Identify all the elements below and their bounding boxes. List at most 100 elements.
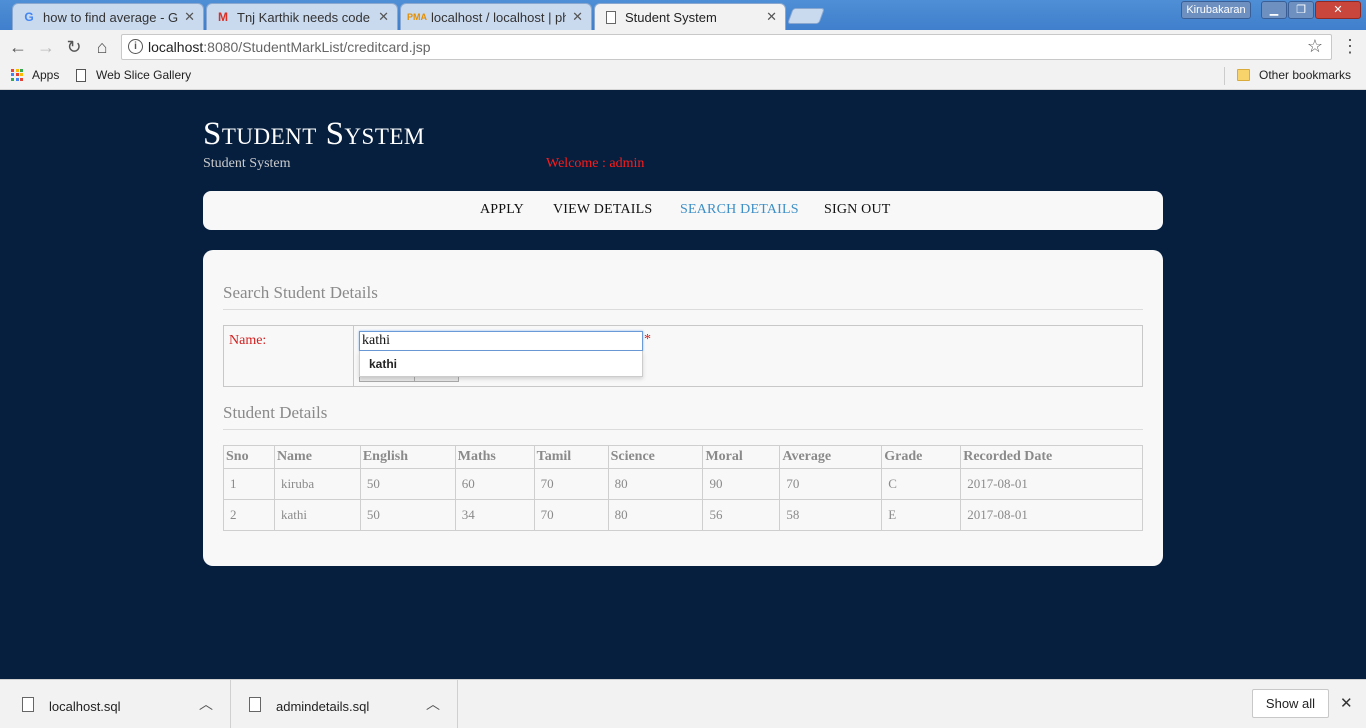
column-header: Tamil	[533, 445, 609, 469]
other-bookmarks[interactable]: Other bookmarks	[1237, 68, 1351, 82]
address-url: localhost:8080/StudentMarkList/creditcar…	[148, 39, 431, 55]
page-content: Student System Student System Welcome : …	[0, 90, 1366, 679]
phpmyadmin-icon: PMA	[407, 12, 427, 22]
close-icon[interactable]: ✕	[1340, 694, 1353, 712]
download-item[interactable]: admindetails.sql ︿	[231, 680, 458, 728]
bookmarks-bar: Apps Web Slice Gallery Other bookmarks	[0, 64, 1366, 90]
divider	[223, 429, 1143, 430]
page-icon	[76, 68, 86, 82]
table-cell: 70	[779, 468, 883, 500]
nav-apply[interactable]: APPLY	[480, 202, 524, 218]
search-form: Name: * kathi	[223, 325, 1143, 387]
apps-grid-icon	[11, 68, 24, 82]
minimize-icon[interactable]: ▁	[1261, 1, 1287, 19]
table-cell: kathi	[273, 499, 361, 531]
nav-view-details[interactable]: VIEW DETAILS	[553, 202, 652, 218]
downloads-shelf: localhost.sql ︿ admindetails.sql ︿ Show …	[0, 679, 1366, 728]
site-title: Student System	[203, 116, 425, 152]
close-icon[interactable]: ✕	[766, 9, 777, 25]
forward-arrow-icon[interactable]: →	[35, 36, 57, 58]
chevron-up-icon[interactable]: ︿	[426, 694, 440, 714]
table-cell: 80	[607, 499, 704, 531]
menu-dots-icon[interactable]: ⋮	[1341, 36, 1359, 57]
table-cell: 58	[779, 499, 883, 531]
site-subtitle: Student System	[203, 156, 291, 171]
table-cell: 1	[223, 468, 275, 500]
page-icon	[603, 9, 619, 25]
tab-title: how to find average - Go	[43, 9, 179, 25]
column-header: Sno	[223, 445, 275, 469]
column-header: English	[359, 445, 456, 469]
table-cell: C	[881, 468, 962, 500]
nav-sign-out[interactable]: SIGN OUT	[824, 202, 891, 218]
info-icon[interactable]: i	[128, 39, 143, 54]
column-header: Average	[779, 445, 883, 469]
bookmark-apps[interactable]: Apps	[11, 68, 59, 82]
table-cell: 2017-08-01	[960, 499, 1143, 531]
profile-button[interactable]: Kirubakaran	[1181, 1, 1251, 19]
content-panel: Search Student Details Name: * kathi Stu…	[203, 250, 1163, 566]
tab-title: Tnj Karthik needs code -	[237, 9, 373, 25]
tab-title: localhost / localhost | ph	[431, 9, 567, 25]
maximize-icon[interactable]: ❐	[1288, 1, 1314, 19]
table-cell: 56	[702, 499, 781, 531]
table-cell: kiruba	[273, 468, 361, 500]
table-cell: 50	[359, 468, 456, 500]
table-cell: 2017-08-01	[960, 468, 1143, 500]
gmail-icon: M	[218, 10, 228, 24]
browser-tab-gmail[interactable]: M Tnj Karthik needs code - ✕	[206, 3, 398, 30]
column-header: Moral	[702, 445, 781, 469]
window-close-icon[interactable]: ✕	[1315, 1, 1361, 19]
table-cell: 70	[533, 468, 609, 500]
tab-title: Student System	[625, 9, 717, 25]
close-icon[interactable]: ✕	[572, 9, 583, 25]
back-arrow-icon[interactable]: ←	[7, 36, 29, 58]
folder-icon	[1237, 69, 1250, 81]
browser-tab-student-system[interactable]: Student System ✕	[594, 3, 786, 30]
table-cell: 60	[454, 468, 535, 500]
download-filename: localhost.sql	[49, 699, 121, 714]
name-search-input[interactable]	[359, 331, 643, 351]
nav-search-details[interactable]: SEARCH DETAILS	[680, 202, 799, 218]
column-header: Maths	[454, 445, 535, 469]
table-header-row: Sno Name English Maths Tamil Science Mor…	[223, 445, 1143, 469]
divider	[223, 309, 1143, 310]
reload-icon[interactable]: ↻	[63, 36, 85, 58]
table-cell: 34	[454, 499, 535, 531]
download-filename: admindetails.sql	[276, 699, 370, 714]
file-icon	[249, 697, 261, 712]
table-cell: 50	[359, 499, 456, 531]
bookmarks-divider	[1224, 67, 1225, 85]
browser-tab-google[interactable]: G how to find average - Go ✕	[12, 3, 204, 30]
browser-tab-strip: G how to find average - Go ✕ M Tnj Karth…	[0, 0, 1366, 30]
other-bookmarks-label: Other bookmarks	[1259, 68, 1352, 82]
autocomplete-dropdown: kathi	[359, 351, 643, 377]
bookmark-label: Apps	[32, 68, 60, 82]
bookmark-web-slice-gallery[interactable]: Web Slice Gallery	[76, 68, 191, 82]
main-nav: APPLY VIEW DETAILS SEARCH DETAILS SIGN O…	[203, 191, 1163, 230]
bookmark-label: Web Slice Gallery	[96, 68, 192, 82]
table-cell: 70	[533, 499, 609, 531]
new-tab-button[interactable]	[787, 8, 825, 24]
home-icon[interactable]: ⌂	[91, 36, 113, 58]
close-icon[interactable]: ✕	[184, 9, 195, 25]
table-row: 1 kiruba 50 60 70 80 90 70 C 2017-08-01	[223, 468, 1143, 500]
show-all-button[interactable]: Show all	[1252, 689, 1329, 718]
column-header: Recorded Date	[960, 445, 1143, 469]
name-label: Name:	[229, 333, 267, 348]
close-icon[interactable]: ✕	[378, 9, 389, 25]
browser-tab-phpmyadmin[interactable]: PMA localhost / localhost | ph ✕	[400, 3, 592, 30]
bookmark-star-icon[interactable]: ☆	[1307, 36, 1323, 57]
table-cell: E	[881, 499, 962, 531]
student-details-table: Sno Name English Maths Tamil Science Mor…	[223, 445, 1143, 531]
table-cell: 80	[607, 468, 704, 500]
file-icon	[22, 697, 34, 712]
search-heading: Search Student Details	[223, 283, 378, 302]
column-header: Grade	[881, 445, 962, 469]
address-bar[interactable]: i localhost:8080/StudentMarkList/creditc…	[121, 34, 1332, 60]
required-mark: *	[644, 332, 651, 347]
autocomplete-option[interactable]: kathi	[369, 357, 397, 371]
details-heading: Student Details	[223, 403, 328, 422]
download-item[interactable]: localhost.sql ︿	[0, 680, 231, 728]
chevron-up-icon[interactable]: ︿	[199, 694, 213, 714]
